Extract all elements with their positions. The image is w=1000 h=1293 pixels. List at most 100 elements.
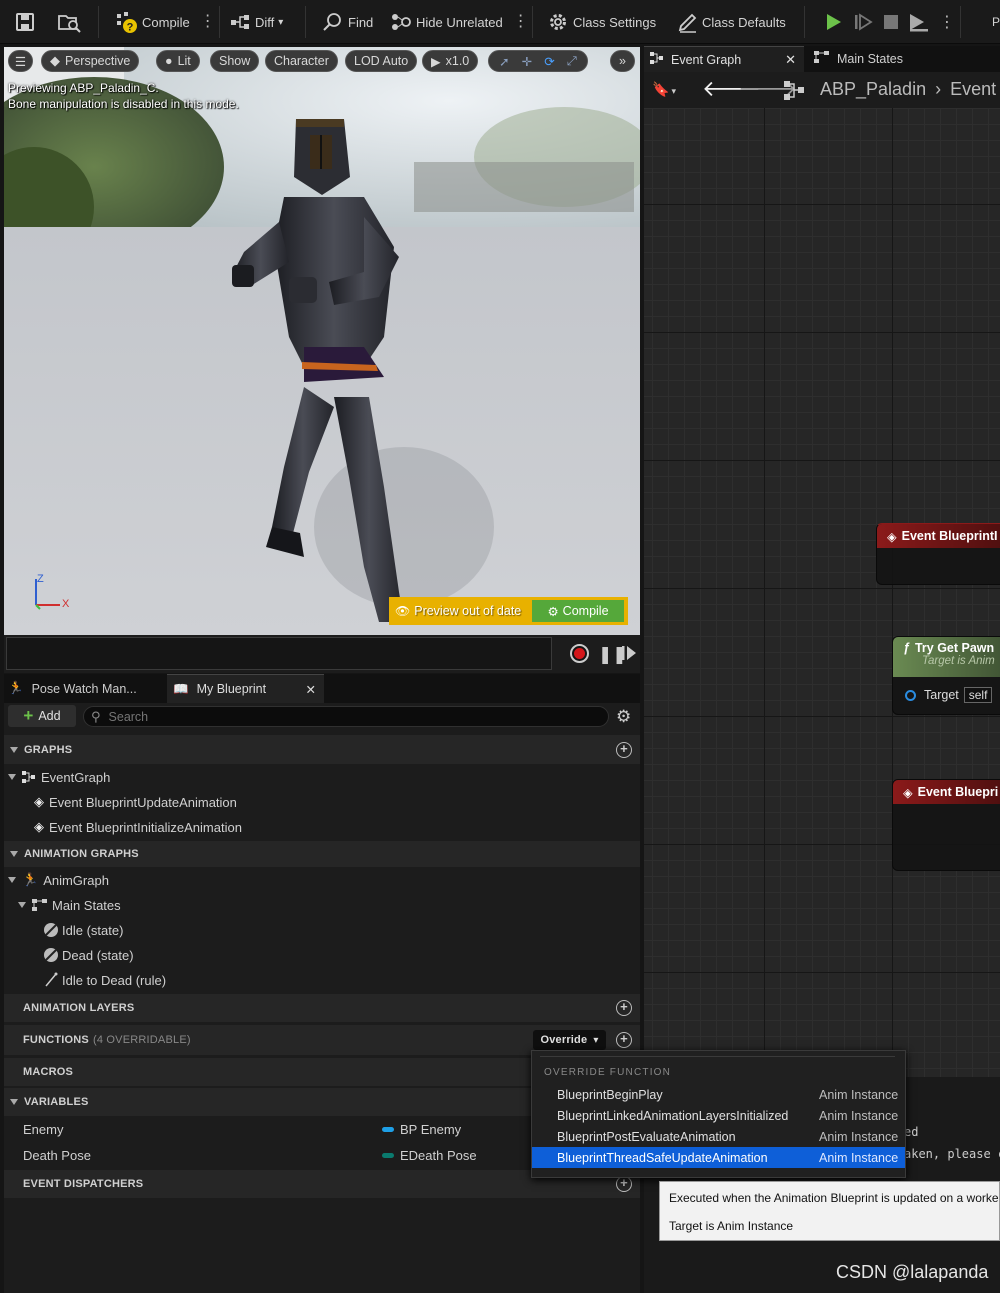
- chevron-down-icon: ▾: [278, 16, 284, 28]
- close-icon[interactable]: ✕: [306, 682, 316, 697]
- add-graph-icon[interactable]: +: [616, 741, 632, 758]
- add-dispatcher-icon[interactable]: +: [616, 1176, 632, 1192]
- scale-icon[interactable]: ⤢: [567, 54, 577, 69]
- variable-row-enemy[interactable]: Enemy: [23, 1119, 63, 1139]
- eject-icon[interactable]: [907, 0, 931, 44]
- rotate-icon[interactable]: ⟳: [544, 54, 554, 69]
- section-animation-graphs-label: ANIMATION GRAPHS: [24, 848, 139, 860]
- breadcrumb-child[interactable]: Event: [950, 79, 996, 99]
- tree-item-animgraph[interactable]: 🏃 AnimGraph: [8, 870, 109, 890]
- tree-item-idle-to-dead-rule[interactable]: Idle to Dead (rule): [43, 970, 166, 990]
- breadcrumb-root[interactable]: ABP_Paladin: [820, 79, 926, 99]
- save-icon[interactable]: [14, 0, 36, 44]
- lit-button[interactable]: ● Lit: [156, 50, 200, 72]
- tree-item-idle-state[interactable]: Idle (state): [43, 920, 123, 940]
- show-button[interactable]: Show: [210, 50, 260, 72]
- step-forward-icon[interactable]: [621, 643, 637, 666]
- preview-viewport[interactable]: ☰ ◆ Perspective ● Lit Show Character LOD A…: [4, 47, 640, 635]
- tab-main-states-label: Main States: [837, 52, 904, 66]
- timeline-scrubber[interactable]: [6, 637, 552, 670]
- class-settings-button[interactable]: Class Settings: [547, 0, 656, 44]
- find-button[interactable]: Find: [322, 0, 373, 44]
- compile-button[interactable]: ? Compile ⋮: [116, 0, 216, 44]
- record-button[interactable]: [570, 644, 589, 663]
- override-item-label: BlueprintThreadSafeUpdateAnimation: [557, 1150, 768, 1165]
- override-item-begin-play[interactable]: BlueprintBeginPlay Anim Instance: [532, 1084, 905, 1105]
- override-item-label: BlueprintLinkedAnimationLayersInitialize…: [557, 1108, 789, 1123]
- target-pin[interactable]: [905, 689, 916, 701]
- close-icon[interactable]: ✕: [785, 52, 796, 68]
- breadcrumb-separator-icon: ›: [935, 79, 942, 99]
- move-icon[interactable]: ✛: [522, 54, 532, 69]
- lod-button[interactable]: LOD Auto: [345, 50, 418, 72]
- toolbar-overflow[interactable]: P: [992, 0, 1000, 44]
- class-defaults-button[interactable]: Class Defaults: [677, 0, 786, 44]
- tab-event-graph[interactable]: Event Graph ✕: [644, 46, 804, 72]
- pose-watch-icon: 🏃: [8, 681, 24, 695]
- stop-icon[interactable]: [882, 0, 900, 44]
- event-node-icon: ◈: [903, 785, 913, 800]
- section-animation-graphs[interactable]: ANIMATION GRAPHS: [4, 841, 640, 867]
- event-initialize-label: Event BlueprintInitializeAnimation: [49, 819, 242, 835]
- target-pin-value[interactable]: self: [963, 687, 993, 703]
- search-icon: ⚲: [91, 708, 101, 724]
- event-blueprint-initialize-node[interactable]: ◈ Event BlueprintI: [876, 523, 1000, 585]
- compile-options-icon[interactable]: ⋮: [200, 14, 216, 30]
- tree-item-event-initialize[interactable]: ◈ Event BlueprintInitializeAnimation: [34, 817, 242, 837]
- settings-gear-icon[interactable]: ⚙: [616, 707, 631, 727]
- event-update-label: Event BlueprintUpdateAnimation: [49, 794, 237, 810]
- expand-icon[interactable]: »: [610, 50, 635, 72]
- graph-type-icon: [784, 81, 806, 104]
- variable-row-death-pose[interactable]: Death Pose: [23, 1145, 91, 1165]
- tab-my-blueprint[interactable]: 📖 My Blueprint ✕: [167, 674, 324, 703]
- play-icon[interactable]: [822, 0, 844, 44]
- main-toolbar: ? Compile ⋮ Diff ▾ Find Hide Unrelated ⋮…: [0, 0, 1000, 44]
- tree-item-eventgraph[interactable]: EventGraph: [8, 767, 110, 787]
- tooltip-description: Executed when the Animation Blueprint is…: [669, 1191, 999, 1205]
- add-layer-icon[interactable]: +: [616, 1000, 632, 1016]
- function-tooltip: Executed when the Animation Blueprint is…: [659, 1181, 1000, 1241]
- override-dropdown[interactable]: Override ▾: [533, 1030, 606, 1050]
- class-defaults-label: Class Defaults: [702, 14, 786, 30]
- section-graphs[interactable]: GRAPHS +: [4, 735, 640, 764]
- tree-item-dead-state[interactable]: Dead (state): [43, 945, 134, 965]
- browse-icon[interactable]: [56, 0, 82, 44]
- hide-unrelated-options-icon[interactable]: ⋮: [513, 14, 529, 30]
- variable-type-enemy[interactable]: BP Enemy: [382, 1119, 461, 1139]
- perspective-button[interactable]: ◆ Perspective: [41, 50, 140, 72]
- node-title: Event BlueprintI: [901, 529, 998, 543]
- event-blueprint-update-node[interactable]: ◈ Event Bluepri: [892, 779, 1000, 871]
- character-button[interactable]: Character: [265, 50, 338, 72]
- play-options-icon[interactable]: ⋮: [939, 0, 955, 44]
- search-input[interactable]: [108, 709, 589, 724]
- tab-main-states[interactable]: Main States: [810, 46, 1000, 72]
- search-field[interactable]: ⚲: [83, 706, 609, 727]
- compile-status-icon: ?: [116, 11, 138, 34]
- playback-speed-button[interactable]: ▶ x1.0: [422, 50, 479, 72]
- diff-button[interactable]: Diff ▾: [230, 0, 283, 44]
- try-get-pawn-node[interactable]: ƒ Try Get Pawn Target is Anim Target self: [892, 636, 1000, 715]
- step-icon[interactable]: [853, 0, 873, 44]
- tree-item-event-update[interactable]: ◈ Event BlueprintUpdateAnimation: [34, 792, 237, 812]
- section-animation-layers[interactable]: ANIMATION LAYERS +: [4, 994, 640, 1022]
- tree-item-main-states[interactable]: Main States: [18, 895, 121, 915]
- variable-type-death-pose[interactable]: EDeath Pose: [382, 1145, 477, 1165]
- section-variables-label: VARIABLES: [24, 1096, 89, 1108]
- idle-to-dead-rule-label: Idle to Dead (rule): [62, 972, 167, 988]
- add-button[interactable]: + Add: [8, 705, 76, 727]
- viewport-compile-button[interactable]: ⚙ Compile: [532, 600, 624, 622]
- bookmark-icon[interactable]: 🔖 ▾: [652, 81, 676, 98]
- variable-type-pill-icon: [382, 1126, 394, 1132]
- eventgraph-label: EventGraph: [41, 769, 111, 785]
- chevron-down-icon: ▾: [671, 86, 676, 96]
- override-item-thread-safe-update[interactable]: BlueprintThreadSafeUpdateAnimation Anim I…: [532, 1147, 905, 1168]
- add-function-icon[interactable]: +: [616, 1032, 632, 1048]
- hide-unrelated-button[interactable]: Hide Unrelated ⋮: [391, 0, 529, 44]
- transform-tools[interactable]: ➚ ✛ ⟳ ⤢: [488, 50, 588, 72]
- override-item-linked-layers[interactable]: BlueprintLinkedAnimationLayersInitialize…: [532, 1105, 905, 1126]
- viewport-menu-icon[interactable]: ☰: [8, 50, 33, 72]
- tab-pose-watch[interactable]: 🏃 Pose Watch Man...: [8, 674, 163, 703]
- override-item-post-evaluate[interactable]: BlueprintPostEvaluateAnimation Anim Insta…: [532, 1126, 905, 1147]
- select-cursor-icon[interactable]: ➚: [499, 54, 509, 69]
- viewport-compile-label: Compile: [562, 604, 609, 618]
